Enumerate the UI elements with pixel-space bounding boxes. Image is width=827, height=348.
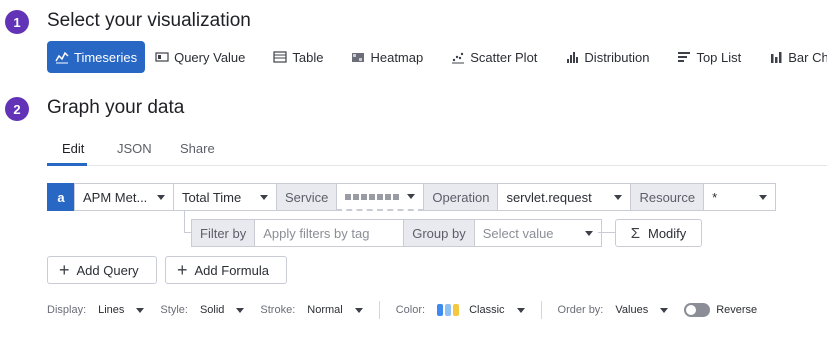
bar-chart-icon (771, 52, 782, 63)
step-1-badge: 1 (5, 10, 29, 34)
step-1-title: Select your visualization (47, 10, 251, 31)
service-value-redacted (345, 193, 400, 200)
viz-scatter-plot-button[interactable]: Scatter Plot (451, 41, 537, 73)
display-select[interactable]: Lines (98, 304, 124, 316)
viz-label: Distribution (584, 49, 650, 65)
chevron-down-icon[interactable] (660, 307, 669, 313)
order-by-select[interactable]: Values (615, 304, 648, 316)
resource-label: Resource (630, 183, 705, 211)
query-row: a APM Met... Total Time Service Operatio… (47, 183, 777, 211)
group-by-select[interactable]: Select value (473, 219, 602, 247)
viz-query-value-button[interactable]: Query Value (155, 41, 245, 73)
filter-by-label: Filter by (191, 219, 256, 247)
chevron-down-icon (759, 194, 768, 200)
viz-label: Table (292, 49, 324, 65)
plus-icon: + (59, 260, 70, 280)
tab-edit[interactable]: Edit (62, 141, 84, 156)
step-2-badge: 2 (5, 97, 29, 121)
table-icon (273, 51, 287, 63)
chevron-down-icon[interactable] (136, 307, 145, 313)
filter-row: Filter by Apply filters by tag Group by … (191, 219, 602, 247)
top-list-icon (678, 52, 691, 62)
chevron-down-icon (584, 230, 593, 236)
tab-share[interactable]: Share (180, 141, 215, 156)
metric-select[interactable]: Total Time (173, 183, 277, 211)
stroke-label: Stroke: (260, 304, 296, 316)
divider (378, 301, 380, 319)
scatter-plot-icon (452, 52, 465, 64)
reverse-label: Reverse (716, 304, 758, 316)
palette-swatch (437, 304, 444, 316)
reverse-toggle[interactable] (684, 303, 711, 317)
connector-line (598, 232, 615, 233)
display-label: Display: (47, 304, 87, 316)
timeseries-icon (55, 51, 69, 64)
divider (540, 301, 542, 319)
add-formula-button[interactable]: + Add Formula (165, 256, 287, 284)
viz-label: Heatmap (370, 49, 424, 65)
chevron-down-icon[interactable] (354, 307, 363, 313)
modify-label: Modify (647, 225, 687, 241)
viz-label: Bar Chart (788, 49, 827, 65)
editor-tabs: Edit JSON Share (47, 139, 827, 166)
active-tab-indicator (47, 163, 87, 166)
add-query-button[interactable]: + Add Query (47, 256, 157, 284)
query-letter[interactable]: a (47, 183, 75, 211)
heatmap-icon (352, 53, 365, 62)
service-label: Service (276, 183, 338, 211)
add-formula-label: Add Formula (194, 262, 269, 278)
display-options: Display: Lines Style: Solid Stroke: Norm… (47, 300, 769, 320)
filter-input[interactable]: Apply filters by tag (254, 219, 405, 247)
style-label: Style: (160, 304, 188, 316)
operation-label: Operation (423, 183, 499, 211)
add-query-label: Add Query (76, 262, 139, 278)
resource-select[interactable]: * (703, 183, 777, 211)
viz-label: Scatter Plot (470, 49, 538, 65)
viz-timeseries-button[interactable]: Timeseries (47, 41, 146, 73)
order-by-label: Order by: (557, 304, 604, 316)
palette-swatch (453, 304, 460, 316)
sigma-icon: Σ (630, 224, 640, 242)
group-by-placeholder: Select value (482, 225, 554, 241)
distribution-icon (567, 52, 579, 63)
viz-top-list-button[interactable]: Top List (677, 41, 741, 73)
viz-table-button[interactable]: Table (273, 41, 323, 73)
viz-label: Query Value (174, 49, 246, 65)
data-source-select[interactable]: APM Met... (74, 183, 174, 211)
viz-bar-chart-button[interactable]: Bar Chart (769, 41, 827, 73)
plus-icon: + (177, 260, 188, 280)
viz-label: Top List (696, 49, 742, 65)
stroke-select[interactable]: Normal (307, 304, 342, 316)
modify-button[interactable]: Σ Modify (615, 219, 702, 247)
metric-value: Total Time (182, 189, 242, 205)
color-label: Color: (395, 304, 426, 316)
visualization-selector: Timeseries Query Value Table Heatmap Sca… (47, 41, 827, 73)
chevron-down-icon[interactable] (236, 307, 245, 313)
tab-json[interactable]: JSON (117, 141, 152, 156)
chevron-down-icon (407, 194, 416, 199)
style-select[interactable]: Solid (200, 304, 224, 316)
chevron-down-icon (260, 194, 268, 200)
color-palette-icon[interactable] (437, 304, 460, 316)
chevron-down-icon[interactable] (516, 307, 525, 313)
color-select[interactable]: Classic (469, 304, 504, 316)
viz-distribution-button[interactable]: Distribution (565, 41, 649, 73)
chevron-down-icon (157, 194, 165, 200)
viz-label: Timeseries (74, 49, 138, 65)
operation-select[interactable]: servlet.request (497, 183, 632, 211)
connector-line (184, 211, 185, 233)
chevron-down-icon (614, 194, 623, 200)
step-2-title: Graph your data (47, 97, 185, 118)
resource-value: * (712, 189, 718, 205)
palette-swatch (445, 304, 452, 316)
query-value-icon (155, 52, 169, 62)
service-select[interactable] (336, 183, 425, 211)
data-source-value: APM Met... (83, 189, 148, 205)
viz-heatmap-button[interactable]: Heatmap (351, 41, 423, 73)
operation-value: servlet.request (506, 189, 592, 205)
group-by-label: Group by (403, 219, 475, 247)
